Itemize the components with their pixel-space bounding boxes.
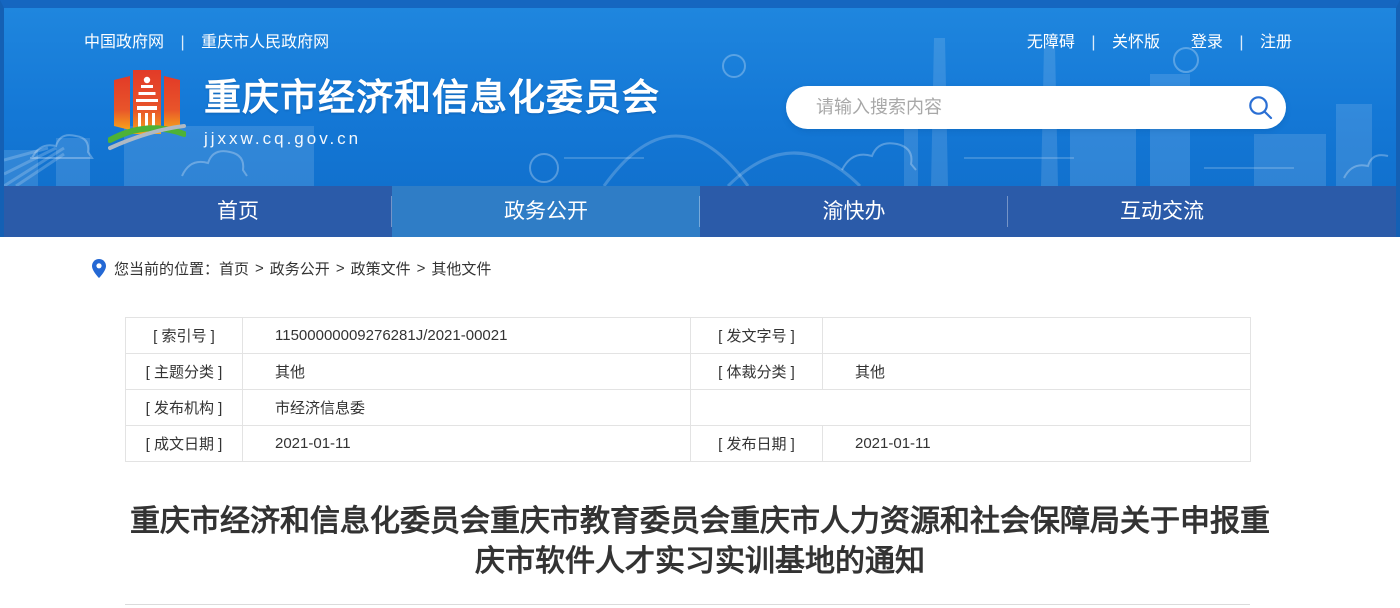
meta-value-issuing-agency: 市经济信息委 bbox=[243, 390, 691, 426]
nav-item-yukuaiban[interactable]: 渝快办 bbox=[700, 186, 1008, 237]
meta-label-publish-date: [ 发布日期 ] bbox=[691, 426, 823, 462]
account-links: 无障碍 | 关怀版 登录 | 注册 bbox=[1027, 28, 1292, 52]
site-title-block: 重庆市经济和信息化委员会 jjxxw.cq.gov.cn bbox=[204, 66, 660, 149]
separator: | bbox=[1239, 34, 1243, 51]
link-login[interactable]: 登录 bbox=[1191, 34, 1223, 51]
meta-empty-cell bbox=[691, 390, 1251, 426]
document-title-line1: 重庆市经济和信息化委员会重庆市教育委员会重庆市人力资源和社会保障局关于申报重 bbox=[120, 502, 1280, 542]
document-title: 重庆市经济和信息化委员会重庆市教育委员会重庆市人力资源和社会保障局关于申报重 庆… bbox=[120, 502, 1280, 582]
doc-meta-table: [ 索引号 ] 11500000009276281J/2021-00021 [ … bbox=[125, 317, 1251, 462]
document-title-line2: 庆市软件人才实习实训基地的通知 bbox=[120, 542, 1280, 582]
separator: | bbox=[1091, 34, 1095, 51]
main-nav-inner: 首页 政务公开 渝快办 互动交流 bbox=[84, 186, 1316, 237]
breadcrumb-policy-files[interactable]: 政策文件 bbox=[351, 258, 411, 279]
breadcrumb-separator: > bbox=[255, 260, 264, 277]
link-china-gov[interactable]: 中国政府网 bbox=[84, 34, 164, 51]
breadcrumb-separator: > bbox=[417, 260, 426, 277]
utility-bar: 中国政府网 | 重庆市人民政府网 无障碍 | 关怀版 登录 | 注册 bbox=[84, 28, 1292, 52]
page-content: 您当前的位置： 首页 > 政务公开 > 政策文件 > 其他文件 [ 索引号 ] … bbox=[0, 255, 1400, 605]
divider bbox=[125, 604, 1250, 605]
meta-value-written-date: 2021-01-11 bbox=[243, 426, 691, 462]
gov-links: 中国政府网 | 重庆市人民政府网 bbox=[84, 28, 329, 52]
link-accessibility[interactable]: 无障碍 bbox=[1027, 34, 1075, 51]
separator: | bbox=[180, 34, 184, 51]
breadcrumb-home[interactable]: 首页 bbox=[219, 258, 249, 279]
table-row: [ 主题分类 ] 其他 [ 体裁分类 ] 其他 bbox=[126, 354, 1251, 390]
site-name: 重庆市经济和信息化委员会 bbox=[204, 76, 660, 120]
nav-item-public-affairs[interactable]: 政务公开 bbox=[392, 186, 700, 237]
meta-label-index-no: [ 索引号 ] bbox=[126, 318, 243, 354]
meta-value-index-no: 11500000009276281J/2021-00021 bbox=[243, 318, 691, 354]
site-identity: 重庆市经济和信息化委员会 jjxxw.cq.gov.cn bbox=[108, 66, 660, 156]
table-row: [ 成文日期 ] 2021-01-11 [ 发布日期 ] 2021-01-11 bbox=[126, 426, 1251, 462]
breadcrumb: 您当前的位置： 首页 > 政务公开 > 政策文件 > 其他文件 bbox=[92, 255, 1400, 281]
meta-label-subject-class: [ 主题分类 ] bbox=[126, 354, 243, 390]
link-chongqing-gov[interactable]: 重庆市人民政府网 bbox=[201, 34, 329, 51]
meta-label-written-date: [ 成文日期 ] bbox=[126, 426, 243, 462]
breadcrumb-public-affairs[interactable]: 政务公开 bbox=[270, 258, 330, 279]
meta-value-doc-no bbox=[823, 318, 1251, 354]
table-row: [ 发布机构 ] 市经济信息委 bbox=[126, 390, 1251, 426]
search-button[interactable] bbox=[1234, 86, 1286, 129]
nav-item-interaction[interactable]: 互动交流 bbox=[1008, 186, 1316, 237]
map-pin-icon bbox=[92, 259, 106, 278]
search-bar bbox=[786, 86, 1286, 129]
site-url: jjxxw.cq.gov.cn bbox=[204, 129, 660, 149]
meta-value-publish-date: 2021-01-11 bbox=[823, 426, 1251, 462]
link-register[interactable]: 注册 bbox=[1260, 34, 1292, 51]
table-row: [ 索引号 ] 11500000009276281J/2021-00021 [ … bbox=[126, 318, 1251, 354]
breadcrumb-prefix: 您当前的位置： bbox=[114, 258, 219, 279]
chongqing-great-hall-emblem-icon bbox=[108, 66, 186, 156]
nav-item-home[interactable]: 首页 bbox=[84, 186, 392, 237]
meta-label-genre-class: [ 体裁分类 ] bbox=[691, 354, 823, 390]
magnifier-icon bbox=[1247, 94, 1274, 121]
search-input[interactable] bbox=[786, 97, 1234, 118]
meta-label-doc-no: [ 发文字号 ] bbox=[691, 318, 823, 354]
meta-value-genre-class: 其他 bbox=[823, 354, 1251, 390]
breadcrumb-other-files[interactable]: 其他文件 bbox=[431, 258, 491, 279]
banner: 中国政府网 | 重庆市人民政府网 无障碍 | 关怀版 登录 | 注册 bbox=[4, 8, 1396, 186]
main-nav: 首页 政务公开 渝快办 互动交流 bbox=[4, 186, 1396, 237]
meta-label-issuing-agency: [ 发布机构 ] bbox=[126, 390, 243, 426]
site-header: 中国政府网 | 重庆市人民政府网 无障碍 | 关怀版 登录 | 注册 bbox=[0, 0, 1400, 237]
breadcrumb-separator: > bbox=[336, 260, 345, 277]
meta-value-subject-class: 其他 bbox=[243, 354, 691, 390]
link-care-version[interactable]: 关怀版 bbox=[1112, 34, 1160, 51]
